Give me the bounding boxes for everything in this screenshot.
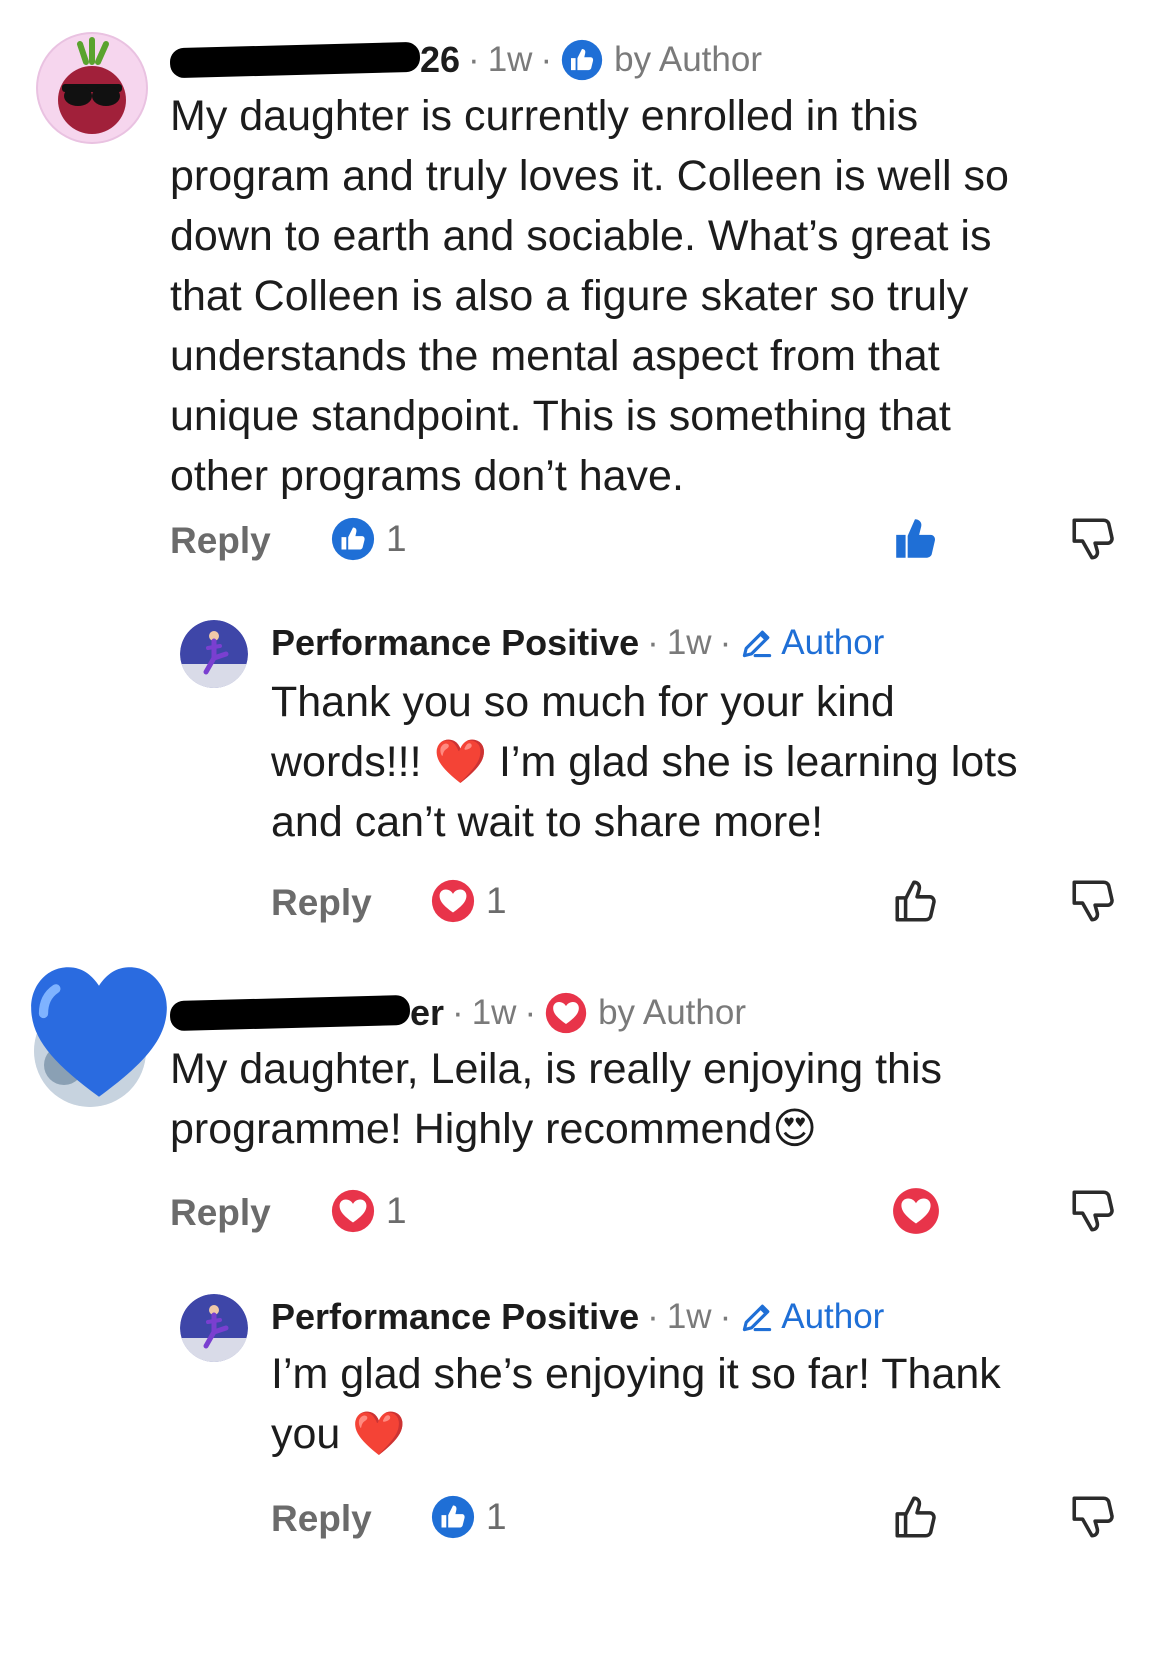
thumbs-down-icon[interactable] (1068, 514, 1118, 564)
reaction-count: 1 (386, 518, 407, 559)
author-name[interactable]: Performance Positive (271, 1296, 639, 1338)
comment-body: My daughter, Leila, is really enjoying t… (170, 1045, 943, 1153)
like-icon (430, 1494, 476, 1540)
avatar[interactable] (180, 620, 248, 688)
reaction-summary[interactable]: 1 (430, 1494, 507, 1540)
reply-button[interactable]: Reply (271, 882, 372, 924)
reaction-count: 1 (486, 880, 507, 921)
pencil-icon (739, 625, 775, 661)
comment-body: Thank you so much for your kind words!!!… (271, 678, 1018, 846)
reply-button[interactable]: Reply (170, 520, 271, 562)
skater-avatar-icon (180, 1294, 248, 1362)
heart-reacted-icon[interactable] (891, 1186, 941, 1236)
reaction-count: 1 (386, 1190, 407, 1231)
redacted-username (169, 994, 411, 1032)
timestamp: 1w (666, 1297, 712, 1336)
blue-heart-icon (31, 967, 167, 1097)
timestamp: 1w (471, 993, 517, 1032)
author-badge: Author (781, 623, 885, 662)
thumbs-down-icon[interactable] (1068, 1492, 1118, 1542)
avatar[interactable] (180, 1294, 248, 1362)
author-name[interactable]: Performance Positive (271, 622, 639, 664)
heart-icon (430, 878, 476, 924)
reaction-summary[interactable]: 1 (330, 1188, 407, 1234)
author-badge: Author (781, 1297, 885, 1336)
reaction-count: 1 (486, 1496, 507, 1537)
beet-avatar-icon (36, 32, 148, 144)
reaction-summary[interactable]: 1 (330, 516, 407, 562)
author-name-suffix[interactable]: er (410, 992, 444, 1034)
like-icon (560, 38, 604, 82)
thumbs-down-icon[interactable] (1068, 1186, 1118, 1236)
by-author-label: by Author (614, 40, 762, 79)
comment-body: I’m glad she’s enjoying it so far! Thank… (271, 1350, 1001, 1458)
thumbs-down-icon[interactable] (1068, 876, 1118, 926)
redacted-username (169, 41, 421, 79)
comment-body: My daughter is currently enrolled in thi… (170, 92, 1009, 500)
reply-button[interactable]: Reply (271, 1498, 372, 1540)
reply-button[interactable]: Reply (170, 1192, 271, 1234)
heart-icon (544, 991, 588, 1035)
timestamp: 1w (487, 40, 533, 79)
like-icon (330, 516, 376, 562)
thumbs-up-icon[interactable] (891, 1492, 941, 1542)
skater-avatar-icon (180, 620, 248, 688)
thumbs-up-filled-icon[interactable] (891, 514, 941, 564)
timestamp: 1w (666, 623, 712, 662)
by-author-label: by Author (598, 993, 746, 1032)
author-name-suffix[interactable]: 26 (420, 39, 460, 81)
heart-icon (330, 1188, 376, 1234)
pencil-icon (739, 1299, 775, 1335)
thumbs-up-icon[interactable] (891, 876, 941, 926)
reaction-summary[interactable]: 1 (430, 878, 507, 924)
avatar[interactable] (36, 32, 148, 144)
